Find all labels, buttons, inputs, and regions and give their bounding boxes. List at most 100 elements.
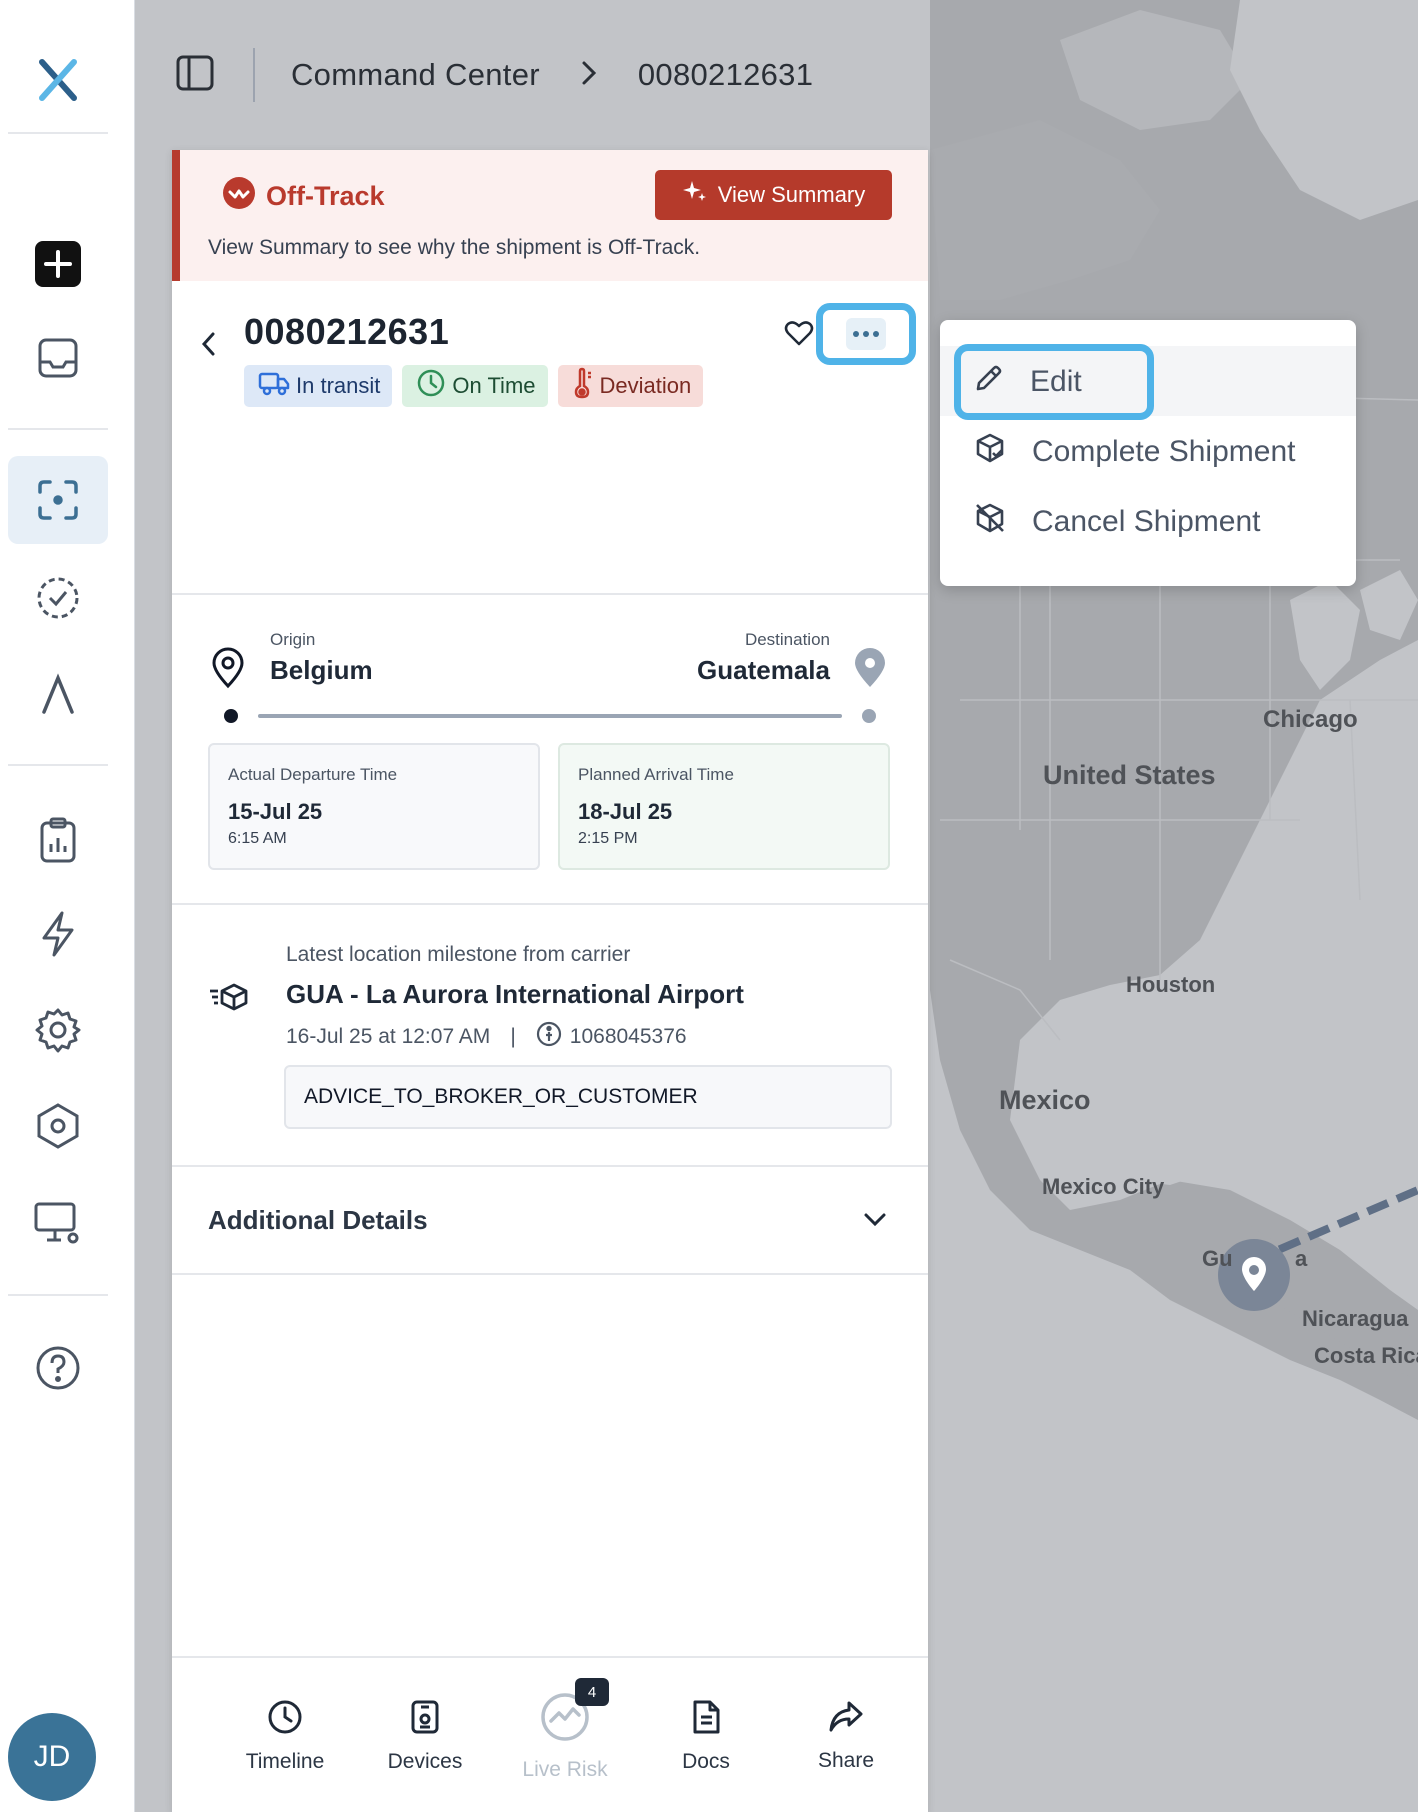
- menu-complete-label: Complete Shipment: [1032, 435, 1296, 468]
- milestone-meta: 16-Jul 25 at 12:07 AM | 1068045376: [286, 1021, 687, 1053]
- shipment-header: 0080212631 In transit On Time Deviation: [172, 281, 928, 595]
- share-icon: [828, 1700, 864, 1739]
- additional-details-toggle[interactable]: Additional Details: [172, 1167, 928, 1275]
- nav-timeline[interactable]: Timeline: [215, 1658, 355, 1812]
- shipment-actions-menu: Edit Complete Shipment Cancel Shipment: [940, 320, 1356, 586]
- nav-share[interactable]: Share: [776, 1658, 916, 1812]
- more-icon: [852, 325, 880, 343]
- nav-docs[interactable]: Docs: [636, 1658, 776, 1812]
- tag-in-transit-label: In transit: [296, 373, 381, 398]
- more-options-button[interactable]: [816, 303, 916, 365]
- nav-devices[interactable]: Devices: [355, 1658, 495, 1812]
- milestone-datetime: 16-Jul 25 at 12:07 AM: [286, 1025, 491, 1048]
- origin-label: Origin: [270, 630, 316, 649]
- milestone-separator: |: [510, 1025, 516, 1048]
- menu-cancel-label: Cancel Shipment: [1032, 505, 1261, 538]
- box-cancel-icon: [974, 502, 1006, 542]
- chevron-left-icon[interactable]: [198, 329, 220, 364]
- edit-focus-ring: [954, 344, 1154, 420]
- arrival-label: Planned Arrival Time: [578, 765, 734, 784]
- map-label-costa-rica: Costa Rica: [1314, 1343, 1418, 1368]
- chevron-down-icon: [862, 1211, 888, 1234]
- tag-deviation-label: Deviation: [599, 373, 692, 398]
- milestone-title: GUA - La Aurora International Airport: [286, 979, 744, 1009]
- help-icon[interactable]: [8, 1324, 108, 1412]
- departure-date: 15-Jul 25: [228, 799, 323, 824]
- status-tags: In transit On Time Deviation: [244, 365, 704, 407]
- monitor-gear-icon[interactable]: [8, 1180, 108, 1268]
- milestone-tracking: 1068045376: [569, 1025, 687, 1048]
- avatar[interactable]: JD: [8, 1713, 96, 1801]
- map-label-mexico-city: Mexico City: [1042, 1174, 1165, 1199]
- map-label-mexico: Mexico: [999, 1085, 1091, 1115]
- chevron-right-icon: [580, 59, 598, 92]
- nav-live-risk[interactable]: Live Risk 4: [495, 1658, 635, 1812]
- view-summary-label: View Summary: [717, 182, 866, 207]
- truck-icon: [258, 370, 290, 402]
- devices-icon: [409, 1699, 441, 1740]
- map-label-houston: Houston: [1126, 972, 1216, 997]
- nav-timeline-label: Timeline: [245, 1749, 325, 1773]
- gear-icon[interactable]: [8, 986, 108, 1074]
- view-summary-button[interactable]: View Summary: [655, 170, 892, 220]
- tag-in-transit: In transit: [244, 365, 393, 407]
- route-section: Origin Belgium Destination Guatemala Act…: [172, 595, 928, 905]
- sidebar: JD: [0, 0, 135, 1812]
- menu-cancel-shipment[interactable]: Cancel Shipment: [974, 492, 1260, 552]
- delivery-box-icon: [208, 981, 250, 1018]
- plus-icon[interactable]: [8, 220, 108, 308]
- departure-time: 6:15 AM: [228, 830, 287, 847]
- docs-icon: [691, 1699, 721, 1740]
- departure-card: Actual Departure Time 15-Jul 25 6:15 AM: [208, 743, 540, 870]
- breadcrumb-current: 0080212631: [637, 57, 814, 92]
- alert-message: View Summary to see why the shipment is …: [208, 236, 701, 259]
- breadcrumb-root[interactable]: Command Center: [291, 57, 540, 93]
- tag-deviation: Deviation: [557, 365, 704, 407]
- departure-label: Actual Departure Time: [228, 765, 398, 784]
- hexagon-icon[interactable]: [8, 1082, 108, 1170]
- heart-icon[interactable]: [784, 319, 814, 352]
- info-icon: [536, 1021, 562, 1053]
- check-circle-icon[interactable]: [8, 554, 108, 642]
- map-pin-filled-icon: [852, 647, 888, 694]
- location-pin-icon: [210, 647, 246, 694]
- milestone-code: ADVICE_TO_BROKER_OR_CUSTOMER: [284, 1065, 892, 1129]
- box-check-icon: [974, 432, 1006, 472]
- caret-up-icon[interactable]: [8, 650, 108, 738]
- route-start-dot: [224, 709, 238, 723]
- arrival-card: Planned Arrival Time 18-Jul 25 2:15 PM: [558, 743, 890, 870]
- origin-name: Belgium: [270, 655, 373, 685]
- menu-complete-shipment[interactable]: Complete Shipment: [974, 422, 1295, 482]
- sparkle-icon: [682, 179, 708, 211]
- nav-devices-label: Devices: [387, 1749, 463, 1773]
- scan-icon[interactable]: [8, 456, 108, 544]
- nav-share-label: Share: [817, 1748, 875, 1772]
- additional-details-label: Additional Details: [208, 1205, 428, 1235]
- milestone-section: Latest location milestone from carrier G…: [172, 905, 928, 1167]
- top-bar: Command Center 0080212631: [175, 45, 813, 105]
- nav-live-risk-label: Live Risk: [522, 1757, 608, 1781]
- milestone-label: Latest location milestone from carrier: [286, 943, 631, 966]
- alert-status: Off-Track: [266, 181, 385, 211]
- route-progress-line: [258, 714, 842, 718]
- map-label-chicago: Chicago: [1263, 706, 1358, 733]
- inbox-icon[interactable]: [8, 314, 108, 402]
- alert-wave-icon: [222, 176, 256, 217]
- offtrack-alert: Off-Track View Summary View Summary to s…: [172, 150, 928, 281]
- logo-x-icon[interactable]: [8, 36, 108, 124]
- thermometer-icon: [572, 367, 594, 405]
- map-label-united-states: United States: [1043, 760, 1216, 790]
- clipboard-chart-icon[interactable]: [8, 796, 108, 884]
- arrival-date: 18-Jul 25: [578, 799, 673, 824]
- map-label-guatemala-partial: Gu: [1202, 1246, 1233, 1271]
- sidebar-toggle-icon[interactable]: [175, 53, 215, 98]
- tag-on-time-label: On Time: [452, 373, 536, 398]
- destination-name: Guatemala: [697, 655, 830, 685]
- bottom-nav: Timeline Devices Live Risk 4 Docs Share: [172, 1656, 928, 1812]
- arrival-time: 2:15 PM: [578, 830, 638, 847]
- nav-docs-label: Docs: [682, 1749, 730, 1773]
- map-label-nicaragua: Nicaragua: [1302, 1306, 1409, 1331]
- map-label-guatemala-partial-2: a: [1295, 1246, 1308, 1271]
- bolt-icon[interactable]: [8, 890, 108, 978]
- timeline-icon: [267, 1699, 303, 1740]
